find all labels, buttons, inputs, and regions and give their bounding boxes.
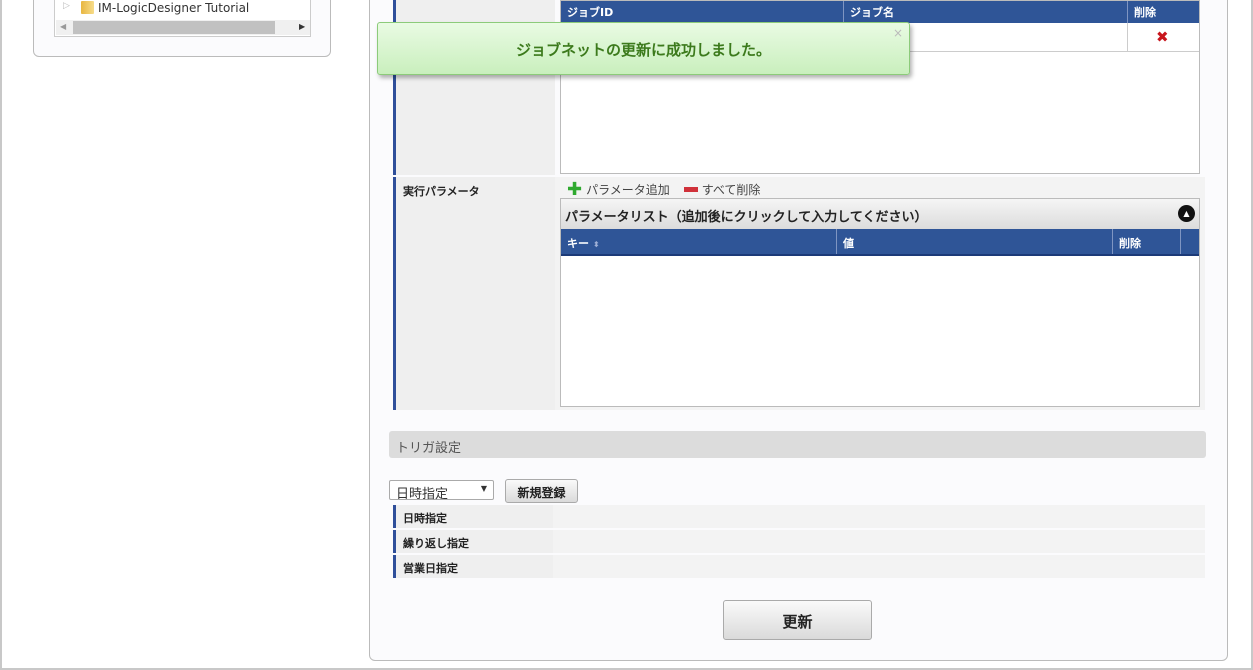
plus-icon[interactable]: ✚ — [567, 180, 582, 198]
col-value[interactable]: 値 — [837, 229, 1113, 254]
chevron-down-icon: ▼ — [480, 484, 487, 493]
col-job-id[interactable]: ジョブID — [561, 1, 844, 23]
parameter-list: パラメータリスト（追加後にクリックして入力してください） ▲ キー ⬍ 値 削除 — [560, 198, 1200, 407]
tree-view: ▷ IM-LogicDesigner Tutorial ◀ ▶ — [54, 0, 311, 37]
col-delete: 削除 — [1113, 229, 1181, 254]
new-register-button[interactable]: 新規登録 — [505, 479, 578, 503]
update-button[interactable]: 更新 — [723, 600, 872, 640]
delete-icon[interactable]: ✖ — [1156, 28, 1169, 46]
trigger-row: 営業日指定 — [393, 555, 1205, 578]
collapse-icon[interactable]: ▲ — [1178, 205, 1195, 222]
trigger-row: 繰り返し指定 — [393, 530, 1205, 553]
col-delete: 削除 — [1134, 6, 1156, 19]
trigger-type-select[interactable]: 日時指定 ▼ — [389, 480, 494, 502]
col-key[interactable]: キー ⬍ — [561, 229, 837, 254]
folder-icon — [81, 1, 94, 14]
parameter-list-title: パラメータリスト（追加後にクリックして入力してください） — [565, 210, 928, 225]
params-label: 実行パラメータ — [393, 177, 555, 410]
tree-item[interactable]: IM-LogicDesigner Tutorial — [98, 1, 249, 15]
sort-icon: ⬍ — [592, 240, 600, 249]
col-job-name[interactable]: ジョブ名 — [844, 1, 1128, 23]
scrollbar-thumb[interactable] — [73, 21, 275, 34]
delete-all-link[interactable]: すべて削除 — [702, 181, 761, 198]
close-icon[interactable]: × — [893, 26, 903, 40]
minus-icon[interactable] — [683, 187, 698, 192]
horizontal-scrollbar[interactable]: ◀ ▶ — [56, 20, 310, 35]
add-parameter-link[interactable]: パラメータ追加 — [586, 181, 670, 198]
expand-icon[interactable]: ▷ — [63, 1, 70, 11]
trigger-row: 日時指定 — [393, 505, 1205, 528]
success-toast: ジョブネットの更新に成功しました。 × — [377, 22, 910, 75]
trigger-section-header: トリガ設定 — [389, 431, 1206, 458]
toast-message: ジョブネットの更新に成功しました。 — [515, 41, 771, 59]
